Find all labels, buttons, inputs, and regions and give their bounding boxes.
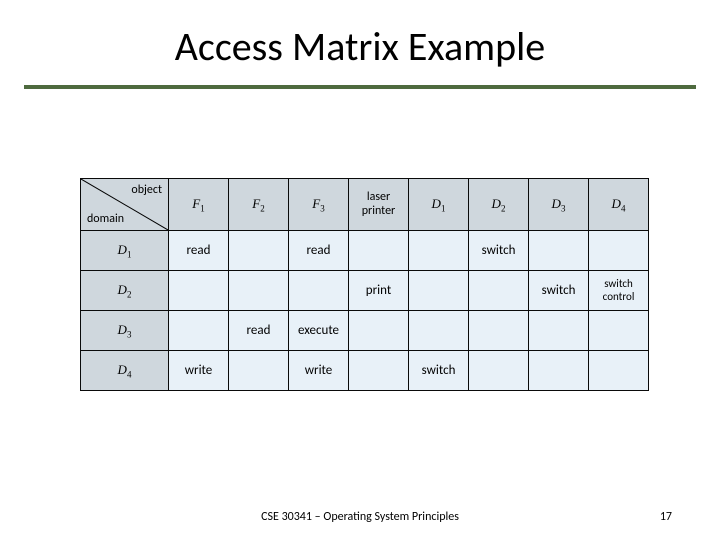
cell-D4-F2 — [229, 351, 289, 391]
corner-object-label: object — [131, 183, 162, 197]
cell-D2-F2 — [229, 271, 289, 311]
cell-D1-LP — [349, 231, 409, 271]
page-title: Access Matrix Example — [0, 22, 720, 85]
header-row: object domain F1 F2 F3 laser printer D1 … — [81, 179, 649, 231]
col-F2: F2 — [229, 179, 289, 231]
slide: Access Matrix Example object domain F1 F… — [0, 0, 720, 540]
title-rule — [24, 85, 696, 89]
cell-D2-D3: switch — [529, 271, 589, 311]
cell-D3-LP — [349, 311, 409, 351]
cell-D1-F2 — [229, 231, 289, 271]
col-F3: F3 — [289, 179, 349, 231]
col-D1: D1 — [409, 179, 469, 231]
corner-cell: object domain — [81, 179, 169, 231]
cell-D1-D1 — [409, 231, 469, 271]
corner-domain-label: domain — [87, 212, 124, 226]
row-D4: D4 write write switch — [81, 351, 649, 391]
cell-D4-LP — [349, 351, 409, 391]
footer-page: 17 — [660, 510, 672, 524]
cell-D3-D1 — [409, 311, 469, 351]
cell-D3-F1 — [169, 311, 229, 351]
col-D2: D2 — [469, 179, 529, 231]
cell-D2-D4: switch control — [589, 271, 649, 311]
cell-D1-F1: read — [169, 231, 229, 271]
cell-D3-F2: read — [229, 311, 289, 351]
col-laser-printer: laser printer — [349, 179, 409, 231]
access-matrix: object domain F1 F2 F3 laser printer D1 … — [80, 178, 646, 391]
col-F1: F1 — [169, 179, 229, 231]
matrix-table: object domain F1 F2 F3 laser printer D1 … — [80, 178, 649, 391]
row-D3: D3 read execute — [81, 311, 649, 351]
row-hdr-D3: D3 — [81, 311, 169, 351]
cell-D3-D3 — [529, 311, 589, 351]
cell-D2-D1 — [409, 271, 469, 311]
cell-D2-F3 — [289, 271, 349, 311]
cell-D3-D4 — [589, 311, 649, 351]
cell-D4-D4 — [589, 351, 649, 391]
cell-D4-F1: write — [169, 351, 229, 391]
cell-D1-D4 — [589, 231, 649, 271]
cell-D2-F1 — [169, 271, 229, 311]
footer-course: CSE 30341 – Operating System Principles — [0, 510, 720, 524]
cell-D1-F3: read — [289, 231, 349, 271]
col-D4: D4 — [589, 179, 649, 231]
col-D3: D3 — [529, 179, 589, 231]
cell-D2-LP: print — [349, 271, 409, 311]
cell-D4-D2 — [469, 351, 529, 391]
cell-D3-D2 — [469, 311, 529, 351]
row-hdr-D1: D1 — [81, 231, 169, 271]
cell-D4-D3 — [529, 351, 589, 391]
cell-D1-D3 — [529, 231, 589, 271]
cell-D2-D2 — [469, 271, 529, 311]
cell-D3-F3: execute — [289, 311, 349, 351]
row-D2: D2 print switch switch control — [81, 271, 649, 311]
cell-D4-F3: write — [289, 351, 349, 391]
row-D1: D1 read read switch — [81, 231, 649, 271]
row-hdr-D4: D4 — [81, 351, 169, 391]
cell-D4-D1: switch — [409, 351, 469, 391]
row-hdr-D2: D2 — [81, 271, 169, 311]
cell-D1-D2: switch — [469, 231, 529, 271]
